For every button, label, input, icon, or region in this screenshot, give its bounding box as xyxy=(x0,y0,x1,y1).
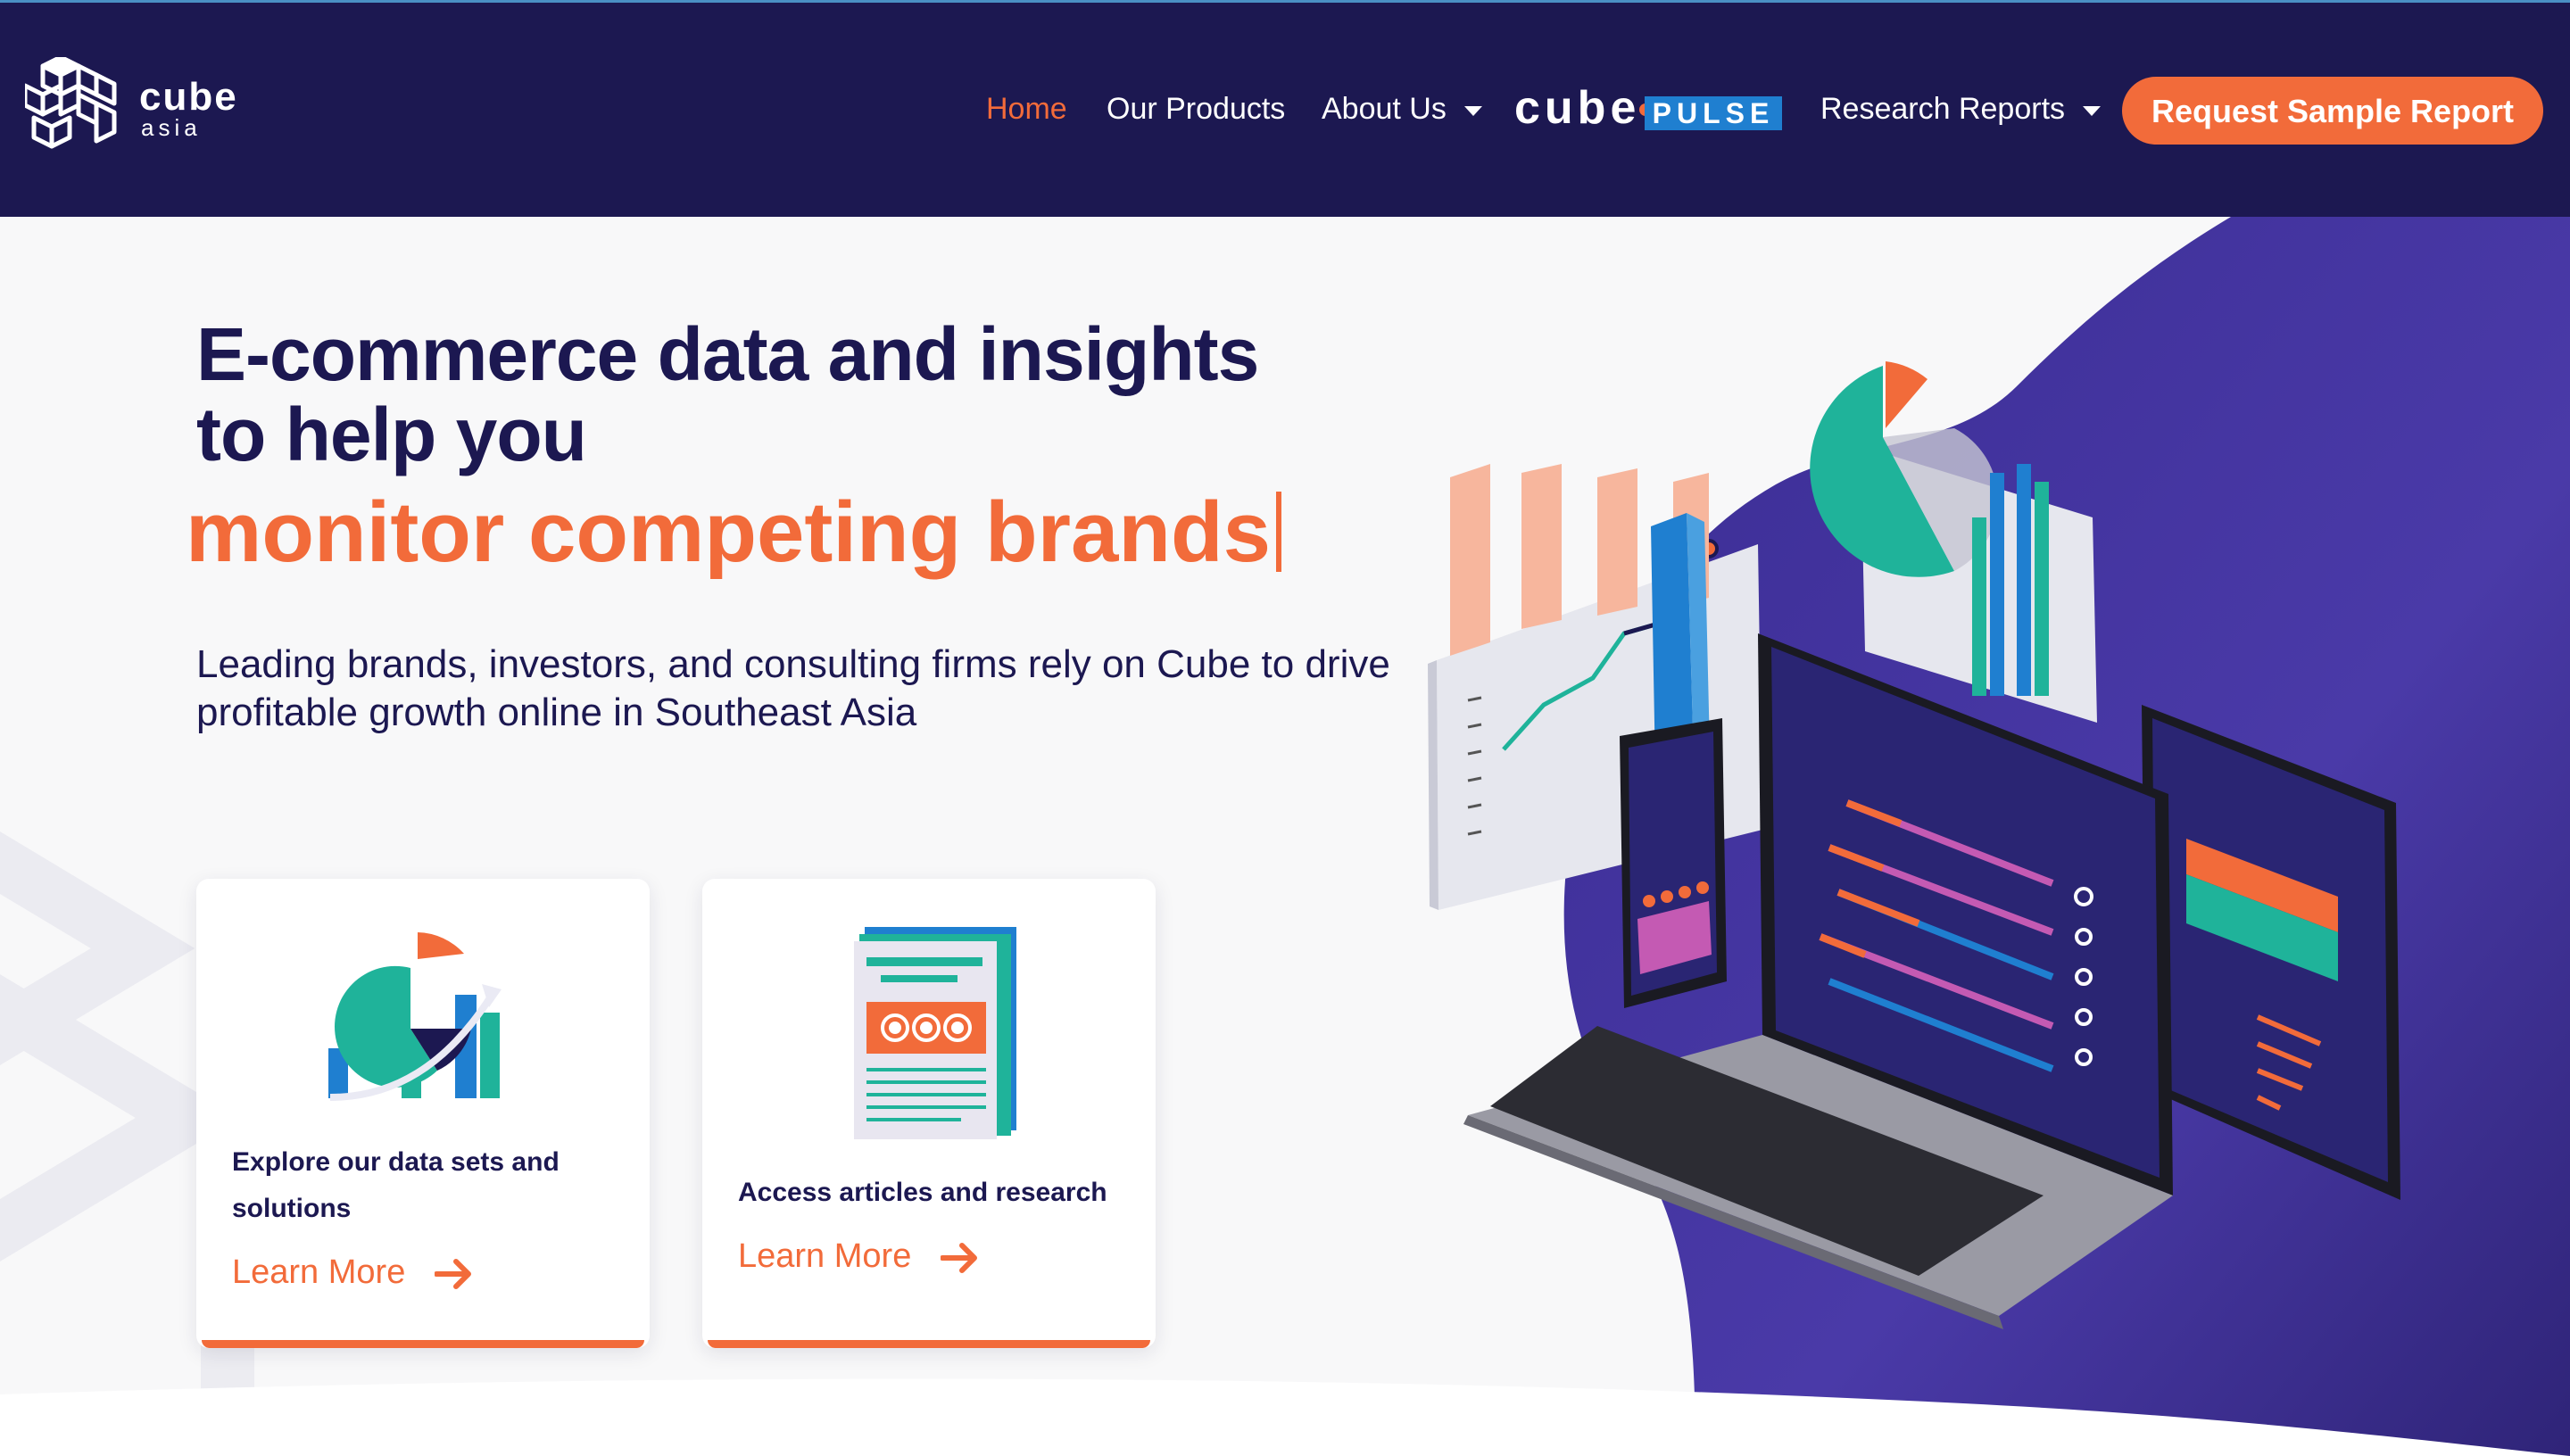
decorative-chevrons xyxy=(0,831,240,1262)
card-accent-bar xyxy=(202,1340,644,1348)
logo-wordmark: cube xyxy=(139,75,238,119)
devices-illustration xyxy=(1428,361,2400,1329)
hero-rotating-text: monitor competing brands xyxy=(186,484,1282,582)
header-top-line xyxy=(0,0,2570,3)
phone-device xyxy=(1620,718,1727,1008)
tablet-device xyxy=(2142,705,2400,1200)
logo-subtitle: asia xyxy=(141,114,202,141)
site-header: cube asia Home Our Products About Us cub… xyxy=(0,0,2570,217)
card-data-sets[interactable]: Explore our data sets and solutions Lear… xyxy=(196,879,650,1348)
hero-description: Leading brands, investors, and consultin… xyxy=(196,642,1390,734)
nav-about-us-label: About Us xyxy=(1322,92,1447,126)
cube-asia-logo[interactable]: cube asia xyxy=(25,57,257,164)
document-report-icon xyxy=(854,927,1016,1139)
pulse-logo-word: cube xyxy=(1514,82,1641,134)
chevron-down-icon xyxy=(2083,105,2102,116)
nav-about-us[interactable]: About Us xyxy=(1322,91,1482,127)
arrow-right-icon xyxy=(940,1242,977,1273)
arrow-right-icon xyxy=(434,1258,471,1289)
pie-chart-panel xyxy=(1810,361,2097,723)
chevron-down-icon xyxy=(1463,105,1482,116)
data-chart-icon xyxy=(328,932,502,1101)
nav-research-reports-label: Research Reports xyxy=(1820,92,2066,126)
card-articles-learn-more[interactable]: Learn More xyxy=(738,1237,980,1276)
card-accent-bar xyxy=(708,1340,1150,1348)
pulse-logo-badge: PULSE xyxy=(1645,96,1782,130)
card-articles[interactable]: Access articles and research Learn More xyxy=(702,879,1156,1348)
card-data-sets-learn-more[interactable]: Learn More xyxy=(232,1253,474,1292)
learn-more-label: Learn More xyxy=(232,1253,406,1291)
cube-pulse-logo[interactable]: cube PULSE xyxy=(1514,82,1784,134)
learn-more-label: Learn More xyxy=(738,1237,912,1275)
cube-logo-icon xyxy=(25,57,117,149)
nav-home[interactable]: Home xyxy=(986,91,1067,127)
nav-our-products[interactable]: Our Products xyxy=(1107,91,1285,127)
hero-title: E-commerce data and insights to help you xyxy=(196,312,1259,476)
nav-research-reports[interactable]: Research Reports xyxy=(1820,91,2102,127)
rotating-text-value: monitor competing brands xyxy=(186,484,1272,580)
typing-cursor xyxy=(1276,492,1282,572)
card-articles-text: Access articles and research xyxy=(738,1178,1107,1207)
card-data-sets-text: Explore our data sets and solutions xyxy=(232,1147,560,1223)
request-sample-report-button[interactable]: Request Sample Report xyxy=(2122,77,2543,145)
